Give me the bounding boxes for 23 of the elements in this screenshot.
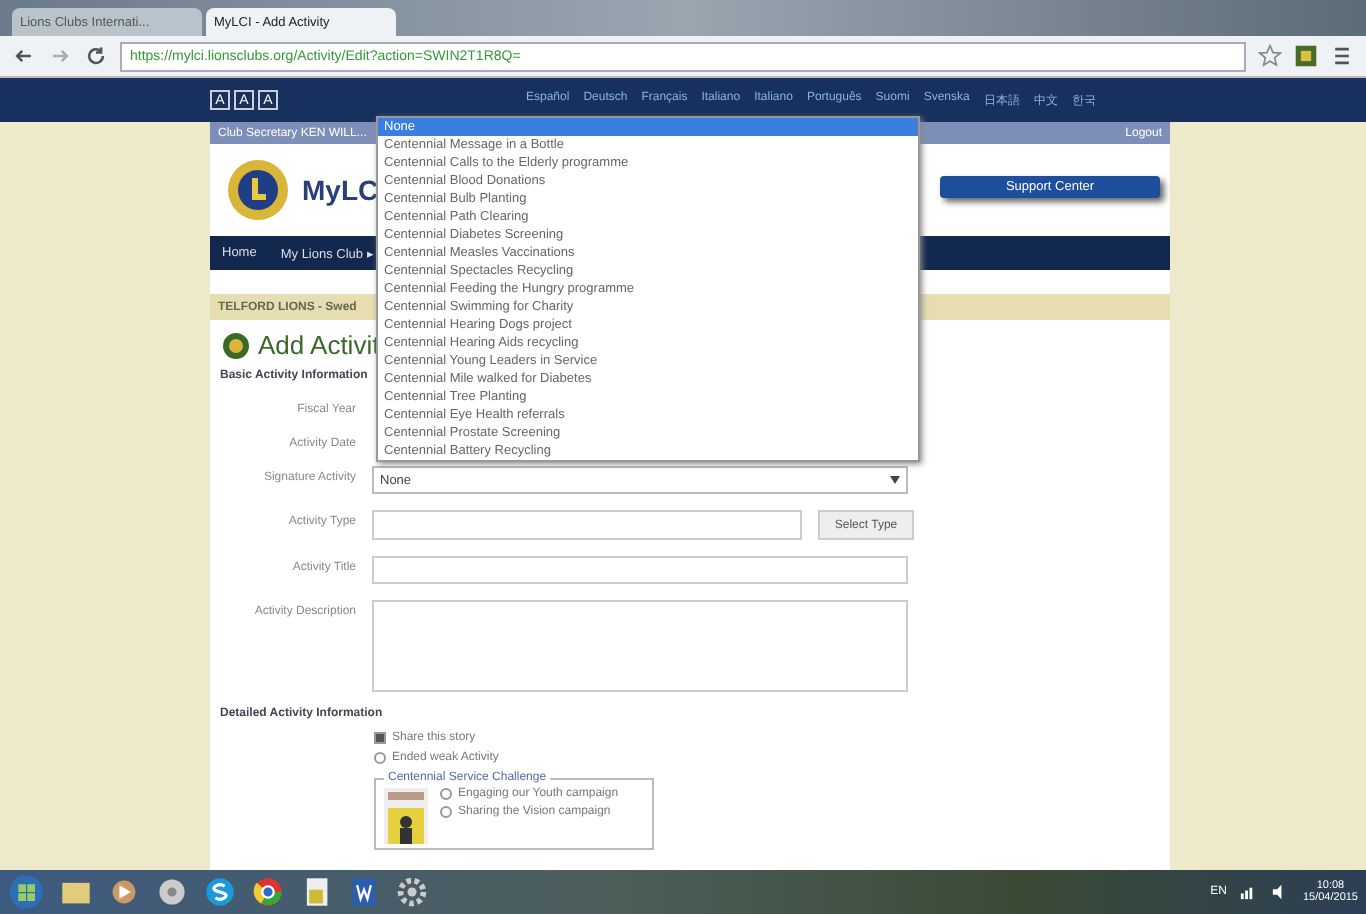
gear-icon[interactable]: [396, 876, 428, 908]
disc-icon[interactable]: [156, 876, 188, 908]
radio-button[interactable]: [440, 806, 452, 818]
reload-icon[interactable]: [84, 44, 108, 68]
dropdown-caret-icon: [890, 476, 900, 484]
star-icon[interactable]: [1258, 44, 1282, 68]
extension-icon[interactable]: [1294, 44, 1318, 68]
radio-button[interactable]: [374, 752, 386, 764]
checkbox[interactable]: [374, 732, 386, 744]
lion-logo-icon: [222, 331, 250, 359]
browser-icon[interactable]: [252, 876, 284, 908]
input-field[interactable]: [372, 556, 908, 584]
media-player-icon[interactable]: [108, 876, 140, 908]
radio-button[interactable]: [440, 788, 452, 800]
lion-logo-icon: [226, 158, 290, 222]
menu-icon[interactable]: [1330, 44, 1354, 68]
start-icon[interactable]: [8, 874, 44, 910]
input-field[interactable]: [372, 510, 802, 540]
textarea-field[interactable]: [372, 600, 908, 692]
site-logo-text: MyLC: [302, 174, 379, 206]
word-icon[interactable]: [348, 876, 380, 908]
back-icon[interactable]: [12, 44, 36, 68]
s-logo-icon[interactable]: [204, 876, 236, 908]
